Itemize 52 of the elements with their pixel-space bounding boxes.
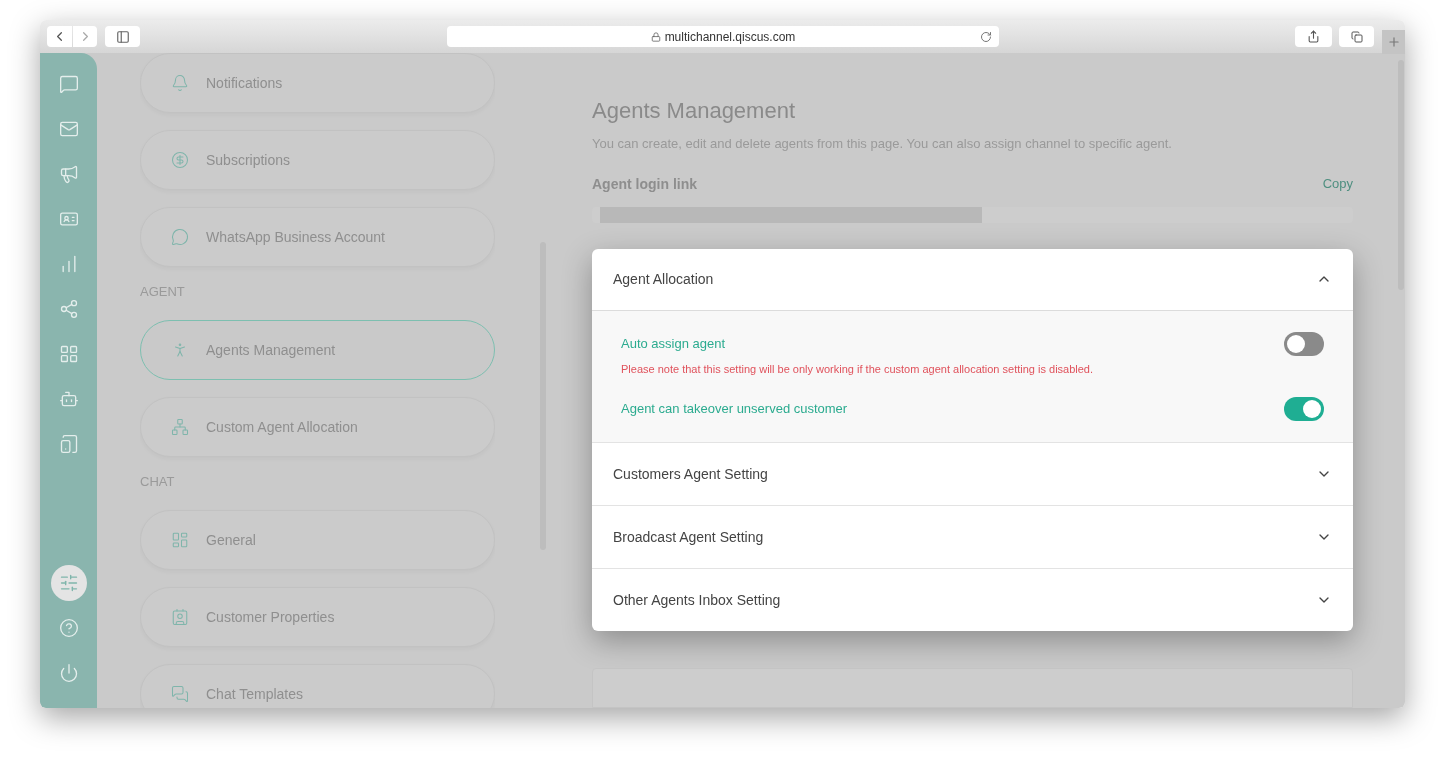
settings-menu-item[interactable]: Agents Management [140, 320, 495, 380]
settings-menu-item[interactable]: Subscriptions [140, 130, 495, 190]
chat-bubble-icon [171, 228, 189, 246]
login-link-label: Agent login link [592, 174, 697, 194]
settings-icon [58, 573, 79, 593]
share-icon [1307, 30, 1320, 43]
megaphone-icon [58, 164, 79, 184]
new-tab-button[interactable] [1382, 29, 1405, 54]
toggle-switch[interactable] [1284, 397, 1324, 421]
setting-label: Auto assign agent [621, 334, 726, 353]
robot-icon [58, 389, 79, 409]
page-title: Agents Management [592, 98, 797, 124]
settings-menu-item[interactable]: Chat Templates [140, 664, 495, 708]
contact-card-icon [171, 608, 189, 626]
grid-icon [171, 531, 189, 549]
accordion-header[interactable]: Customers Agent Setting [592, 443, 1353, 505]
bell-icon [171, 74, 189, 92]
back-button[interactable] [47, 26, 72, 47]
setting-note: Please note that this setting will be only working if the custom agent allocation setting is disabled. [621, 361, 1095, 377]
accordion-header[interactable]: Agent Allocation [592, 248, 1353, 311]
settings-menu-item[interactable]: Custom Agent Allocation [140, 397, 495, 457]
address-bar[interactable]: multichannel.qiscus.com [447, 26, 999, 47]
setting-label: Agent can takeover unserved customer [621, 400, 848, 419]
settings-menu-item[interactable]: General [140, 510, 495, 570]
share-icon [58, 299, 79, 319]
chat-bubble-icon [58, 74, 79, 94]
tabs-button[interactable] [1339, 26, 1374, 47]
settings-nav-button[interactable] [50, 565, 87, 601]
power-icon [58, 663, 79, 683]
accordion-header[interactable]: Other Agents Inbox Setting [592, 569, 1353, 631]
tabs-icon [1350, 30, 1363, 43]
sidebar-toggle-button[interactable] [105, 26, 140, 47]
lock-icon [650, 31, 661, 42]
toggle-switch[interactable] [1284, 331, 1324, 356]
grid-icon [58, 344, 79, 364]
url-text: multichannel.qiscus.com [664, 28, 796, 46]
envelope-icon [58, 119, 79, 139]
settings-menu-item[interactable]: Notifications [140, 53, 495, 113]
copy-link[interactable]: Copy [1322, 174, 1353, 194]
tablet-icon [58, 434, 79, 454]
messages-icon [171, 685, 189, 703]
forward-button[interactable] [73, 26, 97, 47]
accordion-header[interactable]: Broadcast Agent Setting [592, 506, 1353, 568]
share-button[interactable] [1295, 26, 1332, 47]
sidebar-icon [115, 29, 130, 44]
reload-icon[interactable] [980, 30, 992, 43]
settings-menu-item[interactable]: WhatsApp Business Account [140, 207, 495, 267]
dollar-circle-icon [171, 151, 189, 169]
plus-icon [1386, 34, 1401, 49]
settings-menu-item[interactable]: Customer Properties [140, 587, 495, 647]
network-icon [171, 418, 189, 436]
help-icon [58, 618, 79, 638]
